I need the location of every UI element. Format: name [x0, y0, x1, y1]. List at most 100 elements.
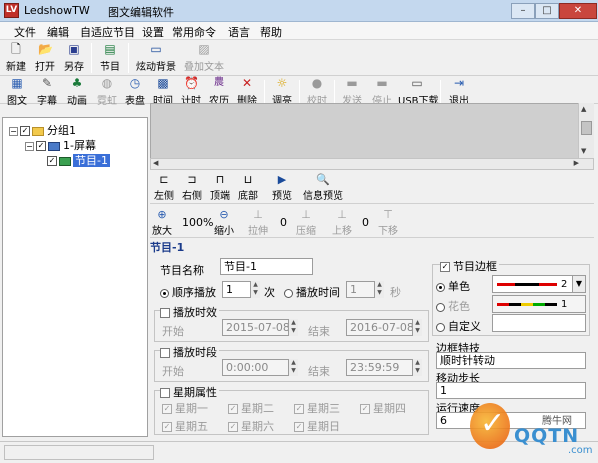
maximize-button[interactable]: □ [535, 3, 559, 19]
period-checkbox[interactable]: 播放时段 [160, 344, 219, 360]
custom-radio[interactable]: 自定义 [436, 318, 481, 334]
checkbox-checked-icon: ✓ [360, 404, 370, 414]
custom-border-field[interactable] [492, 314, 586, 332]
menu-settings[interactable]: 设置 [142, 24, 164, 40]
save-as-button[interactable]: ▣ 另存 [62, 41, 86, 75]
weekday-checkbox[interactable]: 星期属性 [160, 384, 219, 400]
validity-end-date[interactable]: 2016-07-08 [346, 319, 422, 336]
save-icon: ▣ [68, 42, 80, 56]
program-name-input[interactable]: 节目-1 [220, 258, 313, 275]
radio-icon [284, 288, 293, 298]
zoom-in-button[interactable]: ⊕ 放大 [150, 207, 174, 237]
menu-help[interactable]: 帮助 [260, 24, 282, 40]
validity-checkbox[interactable]: 播放时效 [160, 304, 219, 320]
menu-file[interactable]: 文件 [14, 24, 36, 40]
info-preview-button[interactable]: 🔍 信息预览 [300, 172, 346, 202]
radio-icon [436, 322, 445, 332]
weekday-sunday[interactable]: ✓ 星期日 [294, 418, 340, 434]
border-effect-select[interactable]: 顺时针转动 [436, 352, 586, 369]
alarm-clock-icon: ⏰ [184, 76, 199, 90]
checkbox-icon[interactable]: ✓ [47, 156, 57, 166]
scroll-down-icon[interactable]: ▼ [581, 147, 586, 155]
program-tree: − ✓ 分组1 − ✓ 1-屏幕 ✓ 节目-1 [2, 117, 148, 437]
preview-button[interactable]: ▶ 预览 [270, 172, 294, 202]
validity-start-date[interactable]: 2015-07-08 [222, 319, 298, 336]
new-button[interactable]: 🗋 新建 [4, 41, 28, 75]
dropdown-arrow-icon[interactable]: ▼ [572, 276, 585, 292]
weekday-tuesday[interactable]: ✓ 星期二 [228, 400, 274, 416]
colorful-radio[interactable]: 花色 [436, 298, 470, 314]
align-left-button[interactable]: ⊏ 左侧 [152, 172, 176, 202]
tree-node-program[interactable]: ✓ 节目-1 [47, 152, 110, 168]
checkbox-icon[interactable]: ✓ [20, 126, 30, 136]
neon-button[interactable]: ◍ 霓虹 [94, 75, 120, 109]
scroll-up-icon[interactable]: ▲ [581, 105, 586, 113]
weekday-thursday[interactable]: ✓ 星期四 [360, 400, 406, 416]
weekday-monday[interactable]: ✓ 星期一 [162, 400, 208, 416]
overlay-text-button[interactable]: ▨ 叠加文本 [182, 41, 226, 75]
animation-button[interactable]: ♣ 动画 [64, 75, 90, 109]
image-text-icon: ▦ [11, 76, 23, 90]
align-top-button[interactable]: ⊓ 顶端 [208, 172, 232, 202]
minimize-button[interactable]: – [511, 3, 535, 19]
screen-preview[interactable] [150, 103, 594, 160]
play-duration-spinner[interactable]: ▲ ▼ [374, 281, 384, 298]
menu-common-commands[interactable]: 常用命令 [172, 24, 216, 40]
horizontal-scrollbar[interactable]: ◀ ▶ [150, 158, 594, 170]
scroll-right-icon[interactable]: ▶ [574, 159, 579, 167]
move-down-button[interactable]: ⊤ 下移 [376, 207, 400, 237]
weekday-wednesday[interactable]: ✓ 星期三 [294, 400, 340, 416]
move-up-button[interactable]: ⊥ 上移 [330, 207, 354, 237]
tree-node-screen[interactable]: − ✓ 1-屏幕 [25, 137, 96, 153]
close-button[interactable]: ✕ [559, 3, 597, 19]
checkbox-icon[interactable]: ✓ [36, 141, 46, 151]
send-icon: ▬ [346, 76, 358, 90]
period-end-time[interactable]: 23:59:59 [346, 359, 422, 376]
period-start-spinner[interactable]: ▲ ▼ [288, 359, 298, 376]
menu-language[interactable]: 语言 [228, 24, 250, 40]
sequence-play-radio[interactable]: 顺序播放 [160, 284, 216, 300]
collapse-icon[interactable]: − [25, 141, 34, 151]
border-checkbox[interactable]: ✓ 节目边框 [440, 258, 499, 274]
subtitle-button[interactable]: ✎ 字幕 [34, 75, 60, 109]
vertical-scrollbar[interactable]: ▲ ▼ [578, 103, 594, 160]
zoom-out-button[interactable]: ⊖ 缩小 [212, 207, 236, 237]
validity-start-spinner[interactable]: ▲ ▼ [288, 319, 298, 336]
validity-end-label: 结束 [308, 325, 330, 338]
info-preview-icon: 🔍 [316, 173, 330, 186]
period-end-spinner[interactable]: ▲ ▼ [412, 359, 422, 376]
clock-dial-button[interactable]: ◷ 表盘 [122, 75, 148, 109]
title-bar: LV LedshowTW 图文编辑软件 – □ ✕ [0, 0, 598, 22]
stretch-button[interactable]: ⊥ 拉伸 [246, 207, 270, 237]
align-right-button[interactable]: ⊐ 右侧 [180, 172, 204, 202]
single-color-radio[interactable]: 单色 [436, 278, 470, 294]
align-right-icon: ⊐ [187, 173, 197, 186]
weekday-friday[interactable]: ✓ 星期五 [162, 418, 208, 434]
compress-button[interactable]: ⊥ 压缩 [294, 207, 318, 237]
zoom-in-icon: ⊕ [157, 208, 167, 221]
usb-icon: ▭ [411, 76, 423, 90]
play-times-spinner[interactable]: ▲ ▼ [250, 281, 260, 298]
validity-end-spinner[interactable]: ▲ ▼ [412, 319, 422, 336]
single-border-select[interactable]: 2 ▼ [492, 275, 586, 293]
duration-play-radio[interactable]: 播放时间 [284, 284, 340, 300]
program-button[interactable]: ▤ 节目 [97, 41, 123, 75]
scroll-thumb[interactable] [581, 121, 592, 135]
clock-dial-icon: ◷ [129, 76, 141, 90]
scroll-left-icon[interactable]: ◀ [153, 159, 158, 167]
period-start-time[interactable]: 0:00:00 [222, 359, 298, 376]
colorful-border-select[interactable]: 1 [492, 295, 586, 313]
collapse-icon[interactable]: − [9, 126, 18, 136]
radio-selected-icon [160, 288, 169, 298]
align-bottom-button[interactable]: ⊔ 底部 [236, 172, 260, 202]
image-text-button[interactable]: ▦ 图文 [4, 75, 30, 109]
open-button[interactable]: 📂 打开 [33, 41, 57, 75]
tree-node-group[interactable]: − ✓ 分组1 [9, 122, 76, 138]
dynamic-background-button[interactable]: ▭ 炫动背景 [134, 41, 178, 75]
menu-adaptive-program[interactable]: 自适应节目 [80, 24, 135, 40]
program-icon [59, 156, 71, 166]
weekday-saturday[interactable]: ✓ 星期六 [228, 418, 274, 434]
panel-title: 节目-1 [150, 241, 185, 254]
move-up-value: 0 [362, 216, 369, 229]
menu-edit[interactable]: 编辑 [47, 24, 69, 40]
